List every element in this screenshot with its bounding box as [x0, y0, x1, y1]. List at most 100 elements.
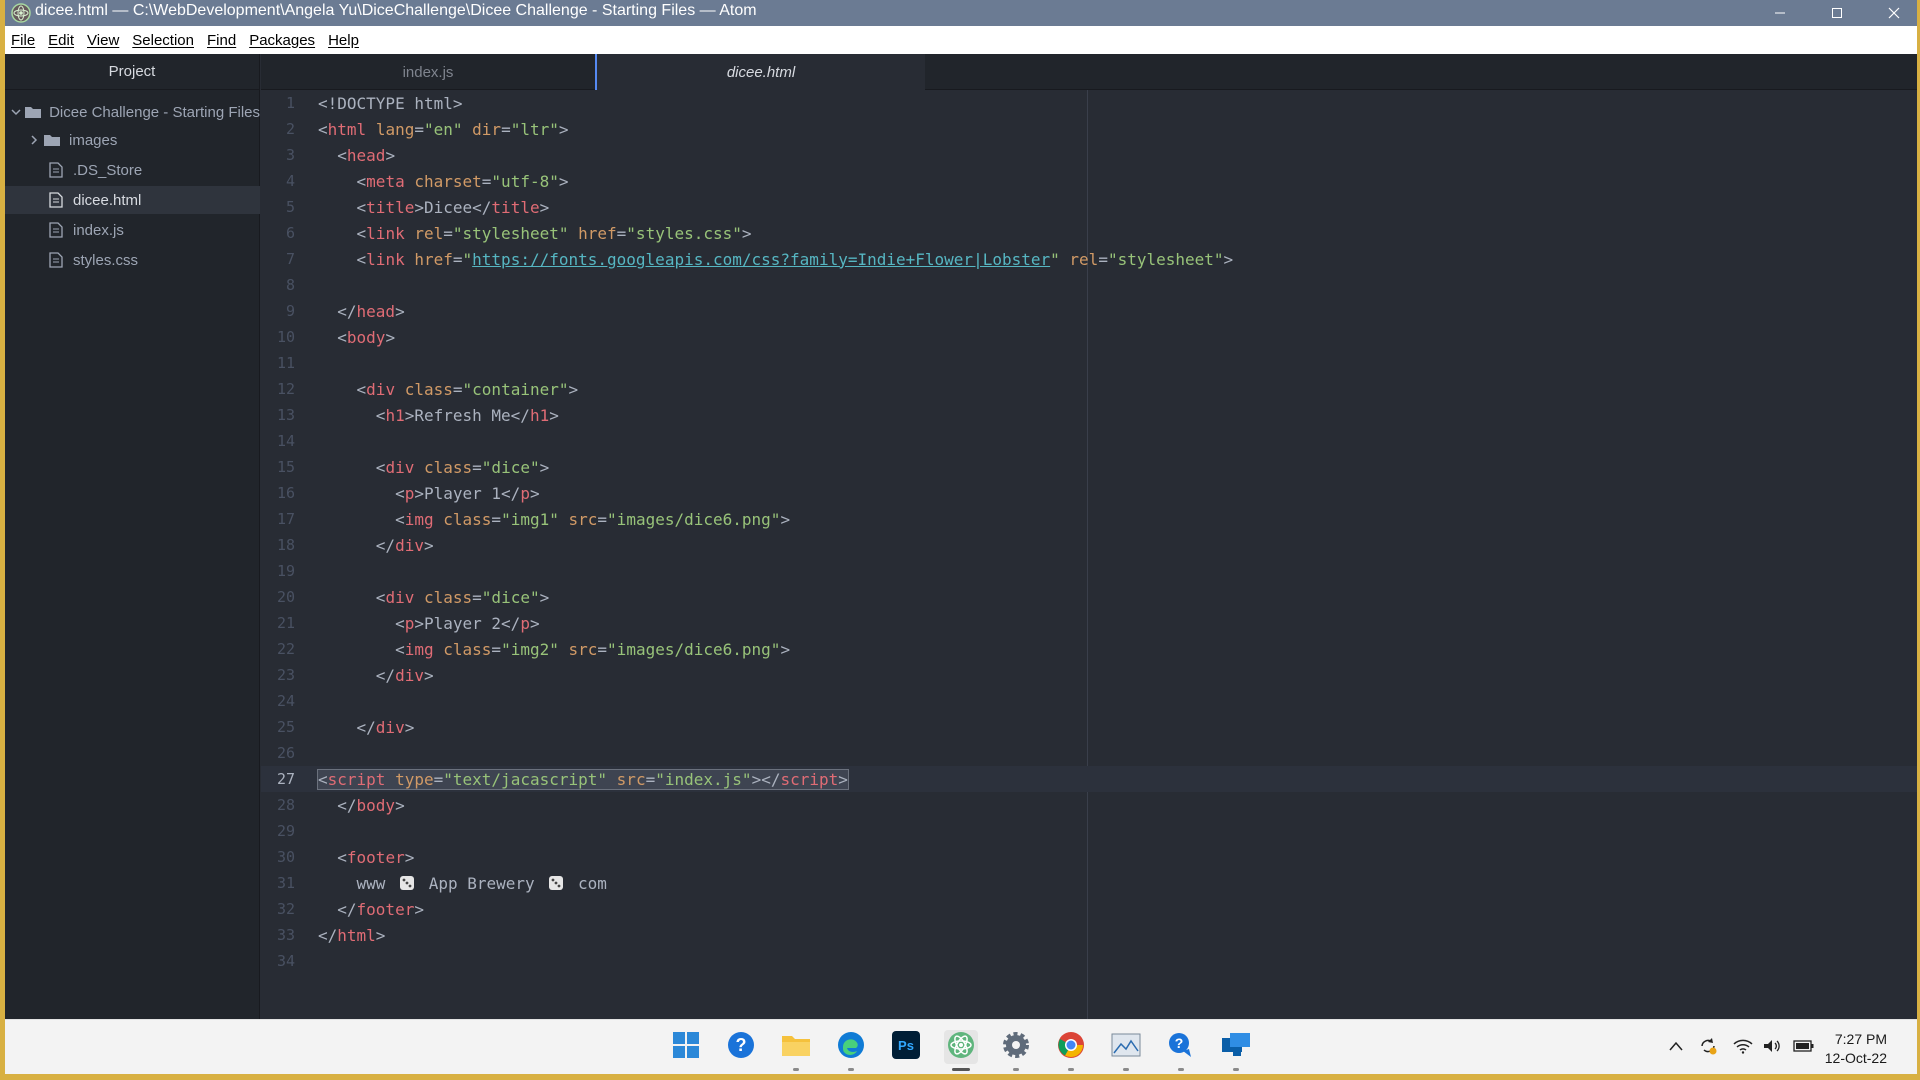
tree-item-label: .DS_Store — [73, 161, 143, 179]
minimize-button[interactable] — [1757, 0, 1803, 26]
menu-file[interactable]: File — [9, 32, 42, 49]
settings-icon — [1002, 1031, 1030, 1064]
code-text: <!DOCTYPE html> — [318, 93, 463, 113]
code-text: <html lang="en" dir="ltr"> — [318, 119, 569, 139]
menu-packages[interactable]: Packages — [247, 32, 322, 49]
taskbar-photoshop[interactable]: Ps — [889, 1030, 923, 1064]
tab-dicee-html[interactable]: dicee.html — [595, 54, 925, 91]
atom-icon — [947, 1031, 975, 1064]
code-text: <div class="dice"> — [375, 457, 550, 477]
menu-edit[interactable]: Edit — [46, 32, 81, 49]
svg-text:?: ? — [736, 1035, 747, 1055]
taskbar-edge[interactable] — [834, 1030, 868, 1071]
code-line: 8 — [261, 272, 1917, 298]
tray-volume[interactable] — [1761, 1038, 1783, 1058]
atom-window: dicee.html — C:\WebDevelopment\Angela Yu… — [5, 0, 1917, 1074]
code-line: 31 www App Brewery com — [261, 870, 1917, 896]
line-number: 4 — [285, 172, 295, 190]
menu-help[interactable]: Help — [326, 32, 366, 49]
clock-date: 12-Oct-22 — [1824, 1050, 1887, 1066]
line-number: 15 — [276, 458, 295, 476]
line-number: 34 — [276, 952, 295, 970]
start-button[interactable] — [669, 1030, 703, 1064]
code-line: 1 <!DOCTYPE html> — [261, 90, 1917, 116]
get-help-icon: ? — [1167, 1031, 1195, 1064]
file-icon — [45, 251, 67, 269]
tree-view-header[interactable]: Project — [5, 54, 259, 90]
font-url-link[interactable]: https://fonts.googleapis.com/css?family=… — [472, 250, 1050, 269]
line-number: 12 — [276, 380, 295, 398]
code-text: </head> — [337, 301, 405, 321]
code-text: <p>Player 2</p> — [395, 613, 540, 633]
tree-item-label: styles.css — [73, 251, 139, 269]
folder-icon — [41, 131, 63, 149]
menu-bar: File Edit View Selection Find Packages H… — [5, 26, 1917, 54]
taskbar-help[interactable]: ? — [724, 1030, 758, 1064]
tray-battery[interactable] — [1793, 1038, 1815, 1058]
code-line: 10 <body> — [261, 324, 1917, 350]
menu-view[interactable]: View — [85, 32, 126, 49]
speaker-icon — [1762, 1038, 1782, 1059]
tree-item-images[interactable]: images — [5, 126, 260, 154]
tree-item-dicee-html[interactable]: dicee.html — [5, 186, 260, 214]
code-editor[interactable]: 1 <!DOCTYPE html> 2 <html lang="en" dir="l… — [261, 90, 1917, 1019]
code-line: 18 </div> — [261, 532, 1917, 558]
line-number: 24 — [276, 692, 295, 710]
code-line: 19 — [261, 558, 1917, 584]
menu-selection[interactable]: Selection — [130, 32, 201, 49]
taskbar: ? Ps ? 7:27 PM 12-Oct-22 — [5, 1019, 1917, 1074]
tray-overflow-button[interactable] — [1665, 1038, 1687, 1058]
line-number: 14 — [276, 432, 295, 450]
tree-item-index-js[interactable]: index.js — [5, 216, 260, 244]
code-line: 3 <head> — [261, 142, 1917, 168]
project-root-folder[interactable]: Dicee Challenge - Starting Files — [5, 98, 260, 126]
wifi-icon — [1733, 1038, 1753, 1059]
tree-item-ds-store[interactable]: .DS_Store — [5, 156, 260, 184]
file-explorer-icon — [781, 1032, 811, 1063]
line-number: 3 — [285, 146, 295, 164]
taskbar-get-help[interactable]: ? — [1164, 1030, 1198, 1071]
close-button[interactable] — [1871, 0, 1917, 26]
taskbar-chrome[interactable] — [1054, 1030, 1088, 1071]
taskbar-settings[interactable] — [999, 1030, 1033, 1071]
code-line: 34 — [261, 948, 1917, 974]
minimize-icon — [1774, 7, 1786, 19]
edge-icon — [837, 1031, 865, 1064]
tab-index-js[interactable]: index.js — [261, 54, 595, 90]
taskbar-file-explorer[interactable] — [779, 1030, 813, 1071]
line-number: 6 — [285, 224, 295, 242]
close-icon — [1888, 7, 1900, 19]
code-line: 7 <link href="https://fonts.googleapis.c… — [261, 246, 1917, 272]
line-number: 11 — [276, 354, 295, 372]
taskbar-clock[interactable]: 7:27 PM 12-Oct-22 — [1825, 1030, 1887, 1068]
tree-item-label: index.js — [73, 221, 124, 239]
line-number: 21 — [276, 614, 295, 632]
menu-find[interactable]: Find — [205, 32, 243, 49]
code-text: <meta charset="utf-8"> — [356, 171, 569, 191]
battery-icon — [1793, 1039, 1815, 1058]
code-text: <head> — [337, 145, 396, 165]
code-text: <link href="https://fonts.googleapis.com… — [356, 249, 1234, 269]
code-line: 17 <img class="img1" src="images/dice6.p… — [261, 506, 1917, 532]
taskbar-atom[interactable] — [944, 1030, 978, 1071]
chevron-up-icon — [1668, 1039, 1684, 1057]
tray-wifi[interactable] — [1732, 1038, 1754, 1058]
tree-view: Project Dicee Challenge - Starting Files… — [5, 54, 260, 1019]
line-number: 18 — [276, 536, 295, 554]
code-line: 11 — [261, 350, 1917, 376]
taskbar-remote-desktop[interactable] — [1219, 1030, 1253, 1071]
code-line: 5 <title>Dicee</title> — [261, 194, 1917, 220]
tree-item-styles-css[interactable]: styles.css — [5, 246, 260, 274]
line-number: 13 — [276, 406, 295, 424]
line-number: 8 — [285, 276, 295, 294]
photos-icon — [1111, 1033, 1141, 1062]
tray-sync[interactable] — [1697, 1037, 1719, 1058]
line-number: 1 — [285, 94, 295, 112]
code-line: 30 <footer> — [261, 844, 1917, 870]
taskbar-photos[interactable] — [1109, 1030, 1143, 1071]
code-line: 24 — [261, 688, 1917, 714]
maximize-button[interactable] — [1814, 0, 1860, 26]
code-line: 26 — [261, 740, 1917, 766]
line-number: 22 — [276, 640, 295, 658]
svg-text:Ps: Ps — [898, 1038, 914, 1053]
